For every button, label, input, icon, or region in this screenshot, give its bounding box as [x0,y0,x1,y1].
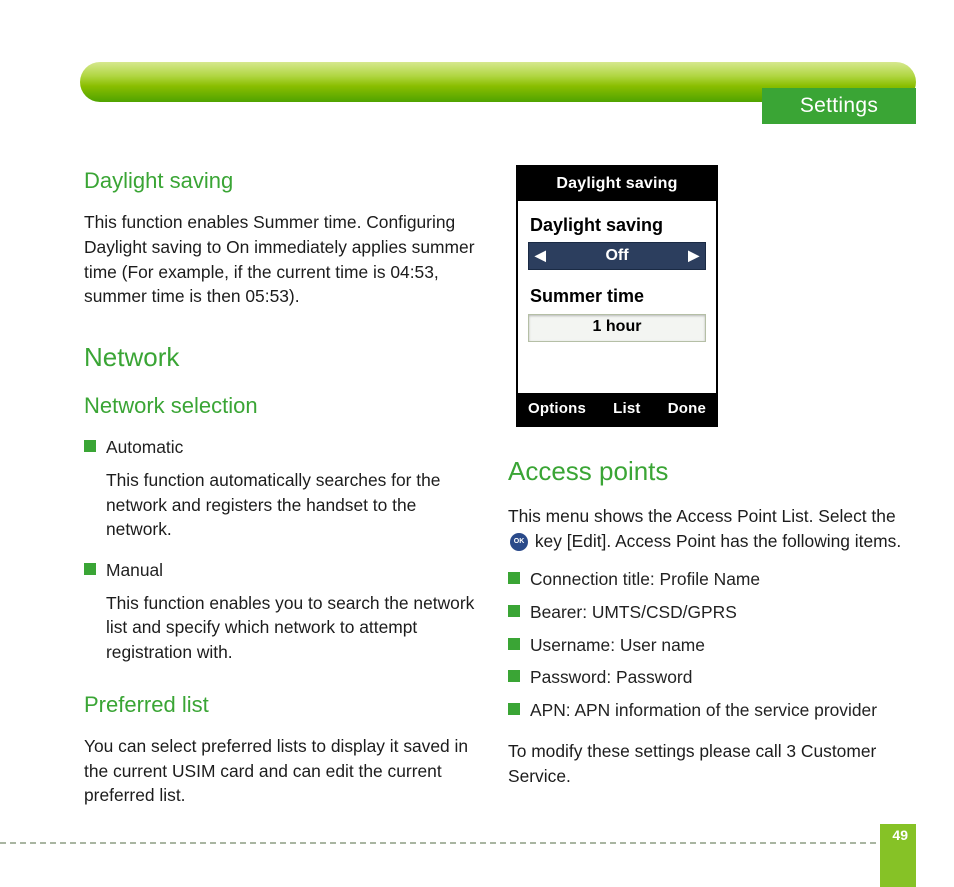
access-item-text: Connection title: Profile Name [530,567,906,592]
heading-access-points: Access points [508,453,906,490]
bullet-access-item: APN: APN information of the service prov… [508,698,906,723]
phone-field-summer-text: 1 hour [593,316,642,339]
phone-softkey-middle: List [613,398,640,419]
access-points-intro: This menu shows the Access Point List. S… [508,504,906,553]
section-tab-settings: Settings [762,88,916,124]
chevron-left-icon: ◀ [535,246,546,266]
square-bullet-icon [508,703,520,715]
access-item-text: Password: Password [530,665,906,690]
access-intro-a: This menu shows the Access Point List. S… [508,506,896,526]
footer-dashed-rule [0,842,916,844]
phone-softkey-right: Done [668,398,706,419]
square-bullet-icon [508,638,520,650]
bullet-access-item: Bearer: UMTS/CSD/GPRS [508,600,906,625]
column-right: Daylight saving Daylight saving ◀ Off ▶ … [508,165,906,822]
preferred-list-body: You can select preferred lists to displa… [84,734,482,808]
phone-screen-body: Daylight saving ◀ Off ▶ Summer time 1 ho… [518,201,716,393]
phone-field-daylight-value: ◀ Off ▶ [528,242,706,270]
phone-field-daylight-text: Off [605,245,628,268]
phone-field-summer-value: 1 hour [528,314,706,342]
phone-field-label-summer: Summer time [528,280,706,312]
access-points-outro: To modify these settings please call 3 C… [508,739,906,788]
daylight-saving-body: This function enables Summer time. Confi… [84,210,482,309]
phone-softkey-bar: Options List Done [518,393,716,425]
square-bullet-icon [508,572,520,584]
access-item-text: APN: APN information of the service prov… [530,698,906,723]
automatic-body: This function automatically searches for… [106,468,482,542]
page-number: 49 [892,827,908,843]
bullet-access-item: Password: Password [508,665,906,690]
phone-softkey-left: Options [528,398,586,419]
bullet-access-item: Username: User name [508,633,906,658]
square-bullet-icon [84,440,96,452]
bullet-automatic: Automatic [84,435,482,460]
heading-network: Network [84,339,482,376]
access-item-text: Username: User name [530,633,906,658]
square-bullet-icon [508,605,520,617]
heading-preferred-list: Preferred list [84,689,482,720]
access-intro-b: key [Edit]. Access Point has the followi… [535,531,901,551]
ok-button-icon: OK [510,533,528,551]
chevron-right-icon: ▶ [688,246,699,266]
access-item-text: Bearer: UMTS/CSD/GPRS [530,600,906,625]
square-bullet-icon [84,563,96,575]
phone-screen-title: Daylight saving [518,167,716,201]
square-bullet-icon [508,670,520,682]
phone-field-label-daylight: Daylight saving [528,209,706,241]
heading-daylight-saving: Daylight saving [84,165,482,196]
bullet-manual-label: Manual [106,558,482,583]
page-content: Daylight saving This function enables Su… [84,165,916,822]
bullet-access-item: Connection title: Profile Name [508,567,906,592]
manual-body: This function enables you to search the … [106,591,482,665]
phone-screenshot: Daylight saving Daylight saving ◀ Off ▶ … [516,165,718,427]
heading-network-selection: Network selection [84,390,482,421]
bullet-automatic-label: Automatic [106,435,482,460]
bullet-manual: Manual [84,558,482,583]
column-left: Daylight saving This function enables Su… [84,165,482,822]
